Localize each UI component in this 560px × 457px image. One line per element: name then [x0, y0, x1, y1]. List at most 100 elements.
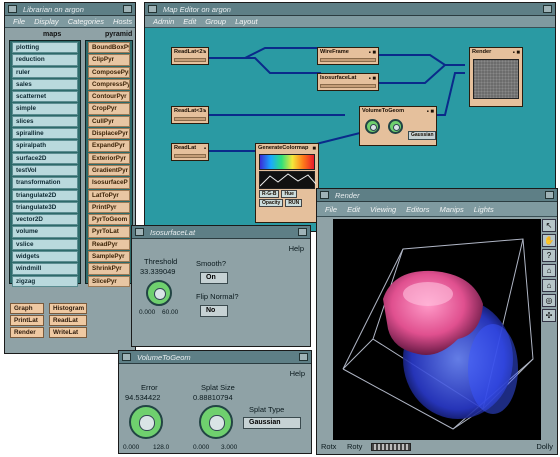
- list-item[interactable]: sales: [12, 78, 78, 91]
- list-item[interactable]: PyrToLat: [88, 226, 130, 238]
- pick-arrow-icon[interactable]: ↖: [542, 219, 556, 232]
- writelat-button[interactable]: WriteLat: [49, 327, 87, 338]
- list-item[interactable]: DisplacePyr: [88, 128, 130, 140]
- opacity-button[interactable]: Opacity: [259, 199, 284, 207]
- smooth-option-menu[interactable]: On: [200, 272, 228, 284]
- menu-display[interactable]: Display: [34, 17, 59, 26]
- threshold-dial[interactable]: [146, 280, 172, 306]
- list-item[interactable]: PrintPyr: [88, 201, 130, 214]
- module-menu-icon[interactable]: ▪ ■: [513, 49, 520, 58]
- render-viewport[interactable]: [333, 219, 541, 441]
- readlat-button[interactable]: ReadLat: [49, 315, 87, 326]
- list-item[interactable]: triangulate2D: [12, 189, 78, 201]
- list-item[interactable]: CullPyr: [88, 115, 130, 128]
- menu-hosts[interactable]: Hosts: [113, 17, 132, 26]
- home-icon[interactable]: ⌂: [542, 264, 556, 277]
- run-button[interactable]: RUN: [285, 199, 303, 207]
- list-item[interactable]: ExteriorPyr: [88, 152, 130, 164]
- list-item[interactable]: zigzag: [12, 275, 78, 287]
- list-item[interactable]: CropPyr: [88, 103, 130, 115]
- module-menu-icon[interactable]: ▪ ■: [369, 75, 376, 84]
- readlat3-module[interactable]: ReadLat<3> ▪: [171, 106, 209, 124]
- error-dial[interactable]: [129, 405, 163, 439]
- minimize-button[interactable]: [123, 5, 132, 13]
- menu-file[interactable]: File: [325, 205, 337, 214]
- generatecolormap-module[interactable]: GenerateColormap ■ R-G-B Hue Opacity RUN: [255, 143, 319, 223]
- graph-button[interactable]: Graph: [10, 303, 44, 314]
- menu-categories[interactable]: Categories: [68, 17, 104, 26]
- list-item[interactable]: ComposePyr: [88, 66, 130, 78]
- splat-type-mini[interactable]: Gaussian: [408, 131, 436, 140]
- list-item[interactable]: SamplePyr: [88, 251, 130, 263]
- list-item[interactable]: reduction: [12, 54, 78, 66]
- menu-edit[interactable]: Edit: [347, 205, 360, 214]
- minimize-button[interactable]: [298, 228, 307, 236]
- librarian-titlebar[interactable]: Librarian on argon: [5, 3, 135, 16]
- list-item[interactable]: CompressPyr: [88, 78, 130, 91]
- list-item[interactable]: windmill: [12, 263, 78, 275]
- view-all-icon[interactable]: ◎: [542, 294, 556, 307]
- list-item[interactable]: plotting: [12, 42, 78, 54]
- menu-lights[interactable]: Lights: [474, 205, 494, 214]
- help-icon[interactable]: ?: [542, 249, 556, 262]
- list-item[interactable]: ruler: [12, 66, 78, 78]
- splat-size-dial[interactable]: [199, 405, 233, 439]
- splat-mini-dial[interactable]: [388, 119, 403, 134]
- list-item[interactable]: IsosurfaceP: [88, 177, 130, 189]
- menu-viewing[interactable]: Viewing: [370, 205, 396, 214]
- list-item[interactable]: testVol: [12, 164, 78, 177]
- list-item[interactable]: surface2D: [12, 152, 78, 164]
- hue-button[interactable]: Hue: [281, 190, 297, 198]
- list-item[interactable]: triangulate3D: [12, 201, 78, 214]
- list-item[interactable]: vector2D: [12, 214, 78, 226]
- list-item[interactable]: widgets: [12, 251, 78, 263]
- help-menu[interactable]: Help: [289, 244, 304, 253]
- list-item[interactable]: spiralline: [12, 128, 78, 140]
- rgb-button[interactable]: R-G-B: [259, 190, 280, 198]
- volumetogeom-module[interactable]: VolumeToGeom ▪ ■ Gaussian: [359, 106, 437, 146]
- list-item[interactable]: ExpandPyr: [88, 140, 130, 152]
- window-menu-button[interactable]: [122, 353, 131, 361]
- list-item[interactable]: BoundBoxPy: [88, 42, 130, 54]
- module-menu-icon[interactable]: ▪ ■: [427, 108, 434, 117]
- isosurface-module[interactable]: IsosurfaceLat ▪ ■: [317, 73, 379, 91]
- list-item[interactable]: ReadPyr: [88, 238, 130, 251]
- minimize-button[interactable]: [299, 353, 308, 361]
- list-item[interactable]: ClipPyr: [88, 54, 130, 66]
- volumetogeom-titlebar[interactable]: VolumeToGeom: [119, 351, 311, 364]
- list-item[interactable]: volume: [12, 226, 78, 238]
- window-menu-button[interactable]: [135, 228, 144, 236]
- flip-normal-option-menu[interactable]: No: [200, 305, 228, 317]
- menu-file[interactable]: File: [13, 17, 25, 26]
- list-item[interactable]: scatternet: [12, 91, 78, 103]
- module-menu-icon[interactable]: ■: [312, 145, 316, 154]
- module-menu-icon[interactable]: ▪: [204, 145, 206, 154]
- pyramid-list[interactable]: BoundBoxPy ClipPyr ComposePyr CompressPy…: [85, 40, 133, 287]
- list-item[interactable]: PyrToGeom: [88, 214, 130, 226]
- readlat-module[interactable]: ReadLat ▪: [171, 143, 209, 161]
- maps-list[interactable]: plotting reduction ruler sales scatterne…: [9, 40, 81, 287]
- menu-editors[interactable]: Editors: [406, 205, 429, 214]
- list-item[interactable]: GradientPyr: [88, 164, 130, 177]
- window-menu-button[interactable]: [8, 5, 17, 13]
- list-item[interactable]: ContourPyr: [88, 91, 130, 103]
- printlat-button[interactable]: PrintLat: [10, 315, 44, 326]
- help-menu[interactable]: Help: [290, 369, 305, 378]
- list-item[interactable]: slices: [12, 115, 78, 128]
- render-button[interactable]: Render: [10, 327, 44, 338]
- readlat2-module[interactable]: ReadLat<2> ▪: [171, 47, 209, 65]
- render-module[interactable]: Render ▪ ■: [469, 47, 523, 107]
- isosurface-titlebar[interactable]: IsosurfaceLat: [132, 226, 310, 239]
- list-item[interactable]: SlicePyr: [88, 275, 130, 287]
- set-home-icon[interactable]: ⌂: [542, 279, 556, 292]
- module-menu-icon[interactable]: ▪ ■: [369, 49, 376, 58]
- colormap-curve-editor[interactable]: [259, 171, 316, 189]
- seek-icon[interactable]: ✣: [542, 309, 556, 322]
- list-item[interactable]: vslice: [12, 238, 78, 251]
- minimize-button[interactable]: [545, 191, 554, 199]
- roty-thumbwheel[interactable]: [371, 443, 411, 451]
- list-item[interactable]: simple: [12, 103, 78, 115]
- list-item[interactable]: spiralpath: [12, 140, 78, 152]
- list-item[interactable]: LatToPyr: [88, 189, 130, 201]
- list-item[interactable]: transformation: [12, 177, 78, 189]
